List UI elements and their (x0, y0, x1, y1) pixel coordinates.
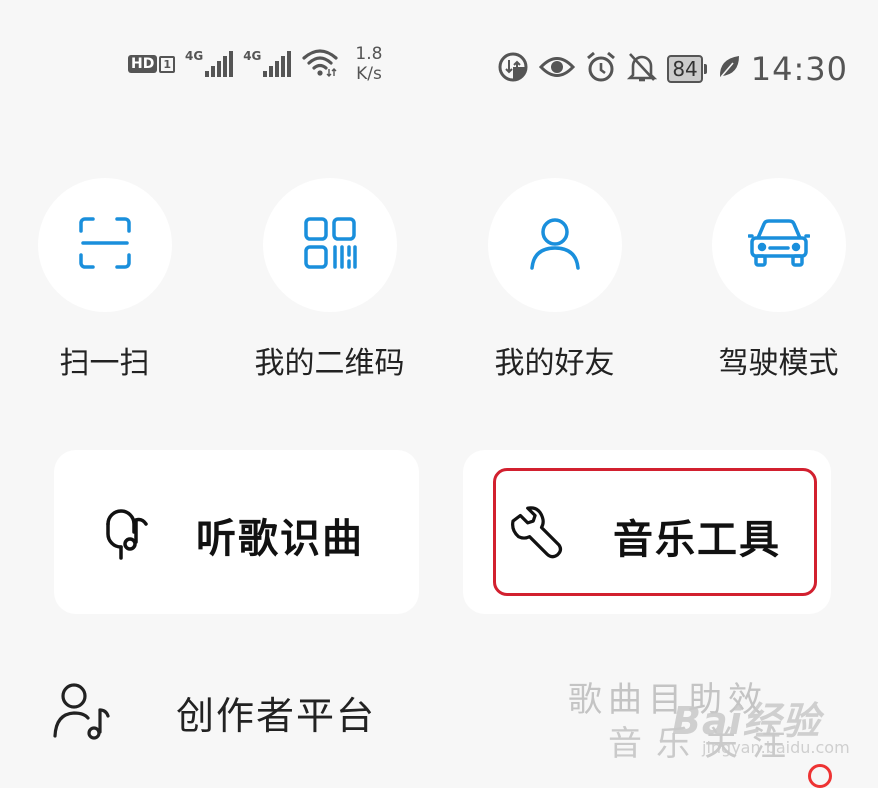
network-type-2: 4G (243, 49, 262, 63)
qr-code-icon (303, 216, 357, 274)
signal-icon: 4G (243, 49, 292, 77)
speed-value: 1.8 (355, 44, 383, 64)
quick-actions: 扫一扫 我的二维码 我的好友 驾驶模式 (0, 178, 878, 381)
hd-sim-label: 1 (159, 55, 175, 73)
creator-platform-item[interactable]: 创作者平台 (52, 680, 376, 744)
watermark-logo: Bai经验 (672, 699, 821, 743)
music-tools-label: 音乐工具 (613, 517, 781, 563)
hd-label: HD (128, 55, 158, 73)
wrench-icon (511, 506, 567, 566)
scan-button[interactable]: 扫一扫 (0, 178, 217, 382)
car-icon (746, 218, 811, 272)
driving-mode-button[interactable]: 驾驶模式 (666, 178, 878, 382)
alarm-icon (585, 51, 617, 87)
data-saver-icon (497, 51, 529, 87)
status-bar: HD 1 4G 4G 1.8 K/s 84 14:30 (0, 0, 878, 120)
microphone-music-icon (102, 506, 152, 564)
music-tools-card[interactable]: 音乐工具 (463, 450, 831, 614)
song-recognition-card[interactable]: 听歌识曲 (54, 450, 419, 614)
signal-icon: 4G (185, 49, 234, 77)
wifi-icon (301, 47, 339, 81)
status-left: HD 1 4G 4G 1.8 K/s (128, 44, 382, 84)
creator-platform-label: 创作者平台 (176, 693, 377, 738)
friends-circle (487, 178, 622, 312)
battery-level: 84 (667, 55, 703, 83)
eye-comfort-icon (539, 54, 576, 84)
watermark-sub: jingyan.baidu.com (702, 738, 850, 757)
friends-label: 我的好友 (494, 346, 615, 381)
person-icon (528, 216, 582, 274)
my-friends-button[interactable]: 我的好友 (442, 178, 667, 382)
battery-icon: 84 (667, 55, 707, 83)
scan-icon (77, 215, 133, 275)
notification-dot (808, 764, 832, 788)
qr-code-label: 我的二维码 (254, 346, 405, 381)
watermark: Bai经验 jingyan.baidu.com (672, 690, 850, 757)
leaf-icon (717, 54, 741, 84)
speed-unit: K/s (356, 64, 382, 84)
hd-icon: HD 1 (128, 55, 175, 73)
qr-circle (262, 178, 397, 312)
my-qr-code-button[interactable]: 我的二维码 (217, 178, 442, 382)
clock: 14:30 (750, 50, 848, 88)
mute-icon (627, 51, 658, 87)
scan-label: 扫一扫 (59, 346, 150, 381)
status-right: 84 14:30 (497, 50, 848, 88)
song-recognition-label: 听歌识曲 (196, 516, 364, 562)
network-type-1: 4G (185, 49, 204, 63)
creator-person-icon (52, 680, 110, 744)
driving-circle (711, 178, 846, 312)
network-speed: 1.8 K/s (355, 44, 382, 84)
scan-circle (37, 178, 172, 312)
driving-label: 驾驶模式 (718, 346, 839, 381)
